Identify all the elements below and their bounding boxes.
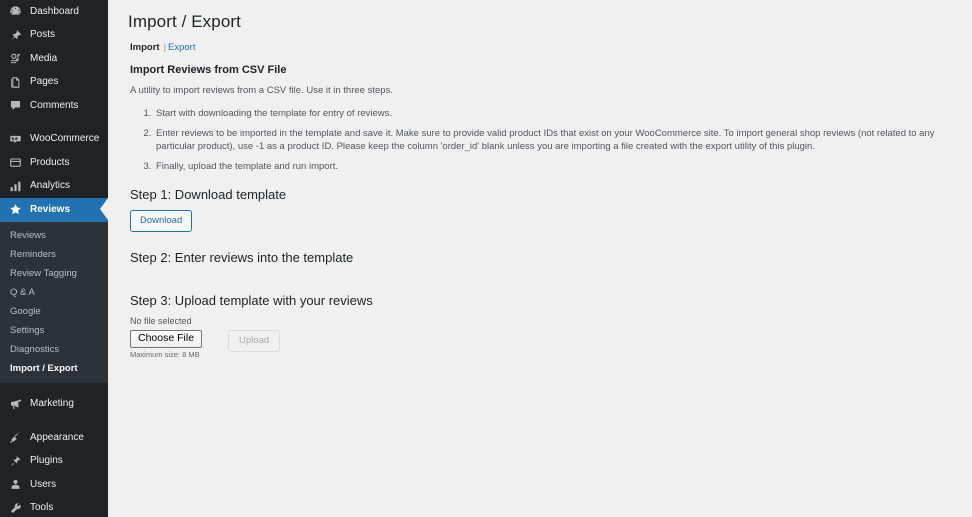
submenu-item-import-export[interactable]: Import / Export xyxy=(0,359,108,378)
step-1-section: Step 1: Download template Download xyxy=(120,187,958,232)
pin-icon xyxy=(7,27,23,43)
sidebar-item-appearance[interactable]: Appearance xyxy=(0,426,108,450)
pages-icon xyxy=(7,74,23,90)
file-status-text: No file selected xyxy=(130,316,192,326)
sidebar-item-marketing[interactable]: Marketing xyxy=(0,393,108,417)
submenu-item-settings[interactable]: Settings xyxy=(0,321,108,340)
import-export-subtabs: Import | Export xyxy=(130,42,958,54)
sidebar-item-dashboard[interactable]: Dashboard xyxy=(0,0,108,24)
step-3-section: Step 3: Upload template with your review… xyxy=(120,293,958,360)
sidebar-item-users[interactable]: Users xyxy=(0,473,108,497)
products-icon xyxy=(7,155,23,171)
page-title: Import / Export xyxy=(128,12,241,31)
sidebar-item-label: WooCommerce xyxy=(30,133,100,145)
submenu-item-review-tagging[interactable]: Review Tagging xyxy=(0,264,108,283)
star-icon xyxy=(7,202,23,218)
comments-icon xyxy=(7,98,23,114)
woocommerce-icon xyxy=(7,131,23,147)
sidebar-item-label: Posts xyxy=(30,29,56,41)
sidebar-item-reviews[interactable]: Reviews xyxy=(0,198,108,222)
sidebar-item-label: Products xyxy=(30,156,70,168)
sidebar-item-label: Tools xyxy=(30,502,54,514)
step-1-heading: Step 1: Download template xyxy=(130,187,287,202)
sidebar-item-comments[interactable]: Comments xyxy=(0,94,108,118)
sidebar-item-label: Users xyxy=(30,478,57,490)
step-2-heading: Step 2: Enter reviews into the template xyxy=(130,250,354,265)
sidebar-item-media[interactable]: Media xyxy=(0,47,108,71)
tab-import[interactable]: Import xyxy=(130,42,160,53)
list-item: Enter reviews to be imported in the temp… xyxy=(154,127,958,153)
step-2-section: Step 2: Enter reviews into the template xyxy=(120,250,958,265)
submenu-item-diagnostics[interactable]: Diagnostics xyxy=(0,340,108,359)
main-content: Import / Export Import | Export Import Rev… xyxy=(108,0,972,517)
sidebar-item-label: Analytics xyxy=(30,180,71,192)
sidebar-item-label: Media xyxy=(30,52,58,64)
sidebar-item-label: Appearance xyxy=(30,431,84,443)
sidebar-item-label: Pages xyxy=(30,76,59,88)
choose-file-button[interactable]: Choose File xyxy=(130,330,203,348)
sidebar-item-label: Marketing xyxy=(30,398,74,410)
upload-button[interactable]: Upload xyxy=(228,330,281,352)
upload-area: No file selected Choose File Maximum siz… xyxy=(130,316,958,360)
sidebar-item-posts[interactable]: Posts xyxy=(0,24,108,48)
file-input-group: Choose File Maximum size: 8 MB xyxy=(130,330,203,360)
sidebar-item-products[interactable]: Products xyxy=(0,151,108,175)
user-icon xyxy=(7,477,23,493)
instructions-list: Start with downloading the template for … xyxy=(120,107,958,173)
sidebar-item-label: Plugins xyxy=(30,455,63,467)
submenu-item-reminders[interactable]: Reminders xyxy=(0,245,108,264)
max-size-hint: Maximum size: 8 MB xyxy=(130,350,200,359)
list-item: Start with downloading the template for … xyxy=(154,107,958,120)
sidebar-item-pages[interactable]: Pages xyxy=(0,71,108,95)
tab-separator: | xyxy=(163,42,167,53)
list-item: Finally, upload the template and run imp… xyxy=(154,160,958,173)
sidebar-item-woocommerce[interactable]: WooCommerce xyxy=(0,128,108,152)
analytics-icon xyxy=(7,178,23,194)
sidebar-item-plugins[interactable]: Plugins xyxy=(0,450,108,474)
intro-text: A utility to import reviews from a CSV f… xyxy=(130,85,393,96)
submenu-item-q-and-a[interactable]: Q & A xyxy=(0,283,108,302)
media-icon xyxy=(7,51,23,67)
sidebar-separator xyxy=(0,383,108,393)
submenu-item-google[interactable]: Google xyxy=(0,302,108,321)
submenu-item-reviews[interactable]: Reviews xyxy=(0,226,108,245)
admin-screen: Dashboard Posts Media Pages Comments Woo… xyxy=(0,0,972,517)
sidebar-item-analytics[interactable]: Analytics xyxy=(0,175,108,199)
step-3-heading: Step 3: Upload template with your review… xyxy=(130,293,373,308)
sidebar-separator xyxy=(0,118,108,128)
download-button[interactable]: Download xyxy=(130,210,193,232)
section-title: Import Reviews from CSV File xyxy=(130,64,287,76)
sidebar-item-label: Dashboard xyxy=(30,5,79,17)
reviews-submenu: Reviews Reminders Review Tagging Q & A G… xyxy=(0,221,108,383)
sidebar-item-tools[interactable]: Tools xyxy=(0,497,108,517)
sidebar-item-label: Comments xyxy=(30,99,79,111)
admin-sidebar: Dashboard Posts Media Pages Comments Woo… xyxy=(0,0,108,517)
sidebar-separator xyxy=(0,416,108,426)
upload-row: Choose File Maximum size: 8 MB Upload xyxy=(130,330,958,360)
paintbrush-icon xyxy=(7,430,23,446)
dashboard-icon xyxy=(7,4,23,20)
plug-icon xyxy=(7,453,23,469)
active-arrow-icon xyxy=(100,198,108,220)
megaphone-icon xyxy=(7,396,23,412)
sidebar-item-label: Reviews xyxy=(30,203,71,215)
tab-export[interactable]: Export xyxy=(168,42,195,53)
wrench-icon xyxy=(7,500,23,516)
